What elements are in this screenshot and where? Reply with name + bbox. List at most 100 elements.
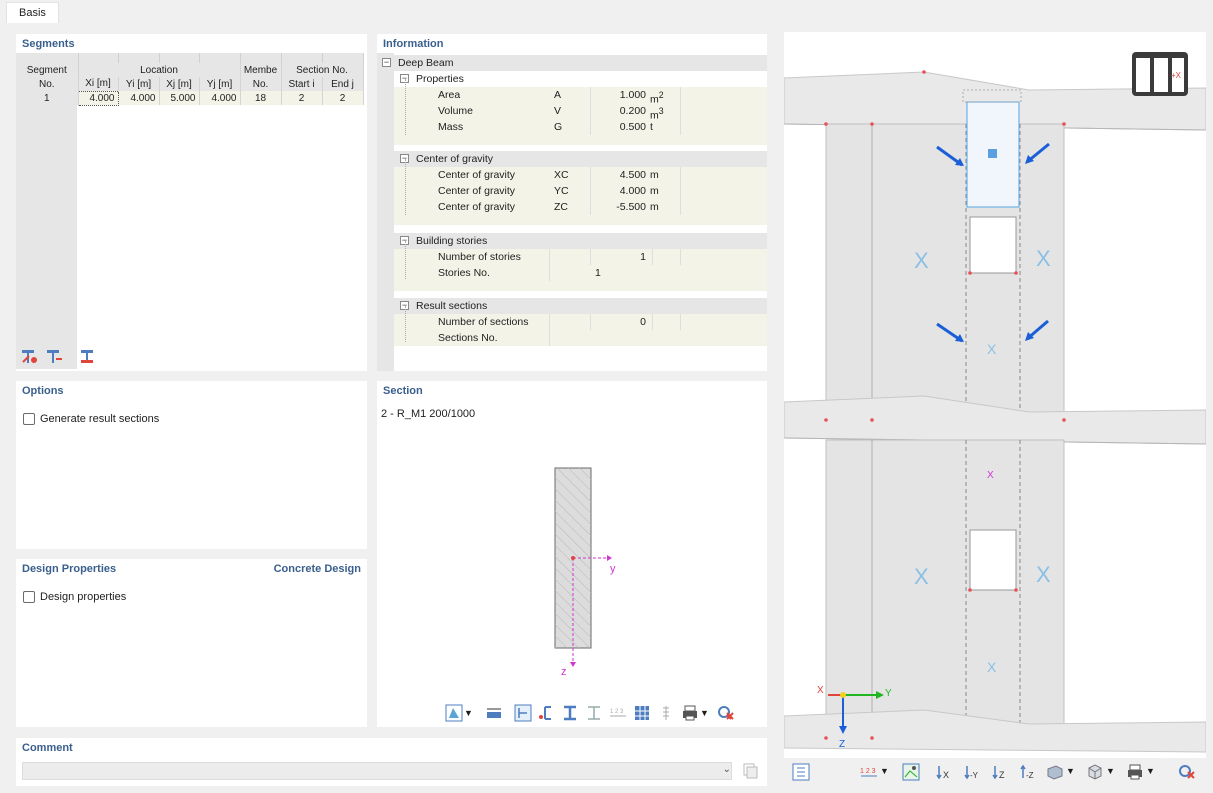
display-mode-icon[interactable] [445, 704, 463, 722]
checkbox-box[interactable] [23, 591, 35, 603]
numbering-icon[interactable]: 1 2 3 [609, 704, 627, 722]
design-properties-checkbox[interactable]: Design properties [23, 591, 126, 603]
collapse-icon[interactable]: − [382, 58, 391, 67]
tree-group-building-stories[interactable]: − Building stories [394, 233, 767, 249]
generate-result-sections-checkbox[interactable]: Generate result sections [23, 413, 159, 425]
view-minus-z-icon[interactable]: -Z [1018, 763, 1036, 781]
item-symbol: G [554, 121, 563, 133]
checkbox-box[interactable] [23, 413, 35, 425]
stress-points-icon[interactable] [657, 704, 675, 722]
cell-yj[interactable]: 4.000 [199, 91, 241, 105]
tab-basis-label: Basis [19, 7, 46, 19]
col-header-yj: Yj [m] [199, 77, 241, 91]
item-unit: m [650, 201, 659, 213]
item-unit: m [650, 185, 659, 197]
numbering-icon[interactable]: 1 2 3 [860, 763, 878, 781]
item-label: Center of gravity [438, 169, 516, 181]
navigation-cube-icon[interactable]: +X [1132, 52, 1188, 96]
delete-row-icon[interactable] [45, 347, 63, 365]
group-label: Center of gravity [416, 153, 494, 165]
view-z-icon[interactable]: Z [990, 763, 1008, 781]
col-header-member: Membe [240, 63, 282, 77]
information-panel: Information − Deep Beam − Properties Are… [377, 34, 767, 371]
tree-group-result-sections[interactable]: − Result sections [394, 298, 767, 314]
item-label: Center of gravity [438, 185, 516, 197]
isometric-view-icon[interactable] [1086, 763, 1104, 781]
tab-bar: Basis [0, 0, 1213, 23]
tree-item: Stories No. 1 [394, 265, 767, 281]
item-value: -5.500 [616, 201, 646, 213]
tree-item: Number of stories 1 [394, 249, 767, 265]
reset-view-icon[interactable] [717, 704, 735, 722]
chevron-down-icon[interactable]: ▼ [1066, 766, 1075, 776]
display-surfaces-icon[interactable] [1046, 763, 1064, 781]
col-header-xj: Xj [m] [159, 77, 200, 91]
reset-view-icon[interactable] [1178, 763, 1196, 781]
section-name: 2 - R_M1 200/1000 [381, 408, 476, 420]
i-beam-outline-icon[interactable] [585, 704, 603, 722]
shear-center-icon[interactable] [537, 704, 555, 722]
item-value: 1 [640, 251, 646, 263]
view-toolbar: 1 2 3 ▼ X -Y Z -Z ▼ ▼ ▼ [784, 758, 1206, 786]
dimensions-icon[interactable] [485, 704, 503, 722]
item-symbol: A [554, 89, 562, 101]
comment-title: Comment [22, 742, 73, 754]
chevron-down-icon[interactable]: ▼ [880, 766, 889, 776]
item-symbol: YC [554, 185, 569, 197]
section-panel: Section 2 - R_M1 200/1000 y z ▼ 1 2 3 ▼ [377, 381, 767, 727]
cell-yi[interactable]: 4.000 [118, 91, 160, 105]
chevron-down-icon[interactable]: ▼ [1106, 766, 1115, 776]
chevron-down-icon[interactable]: ▼ [464, 708, 473, 718]
copy-comment-icon[interactable] [741, 762, 759, 780]
group-label: Properties [416, 73, 464, 85]
print-icon[interactable] [1126, 763, 1144, 781]
show-results-icon[interactable] [902, 763, 920, 781]
item-symbol: ZC [554, 201, 568, 213]
chevron-down-icon[interactable]: ▼ [1146, 766, 1155, 776]
col-header-member-no: No. [240, 77, 282, 91]
insert-row-icon[interactable] [20, 347, 38, 365]
model-canvas[interactable]: X X X X X X X +X [784, 32, 1206, 758]
spacer-row [394, 135, 767, 145]
grid-icon[interactable] [633, 704, 651, 722]
col-header-section-no: Section No. [281, 63, 364, 77]
model-3d-view[interactable]: X X X X X X X +X X Y Z 1 2 3 ▼ X -Y Z -Z… [784, 32, 1206, 786]
tab-basis[interactable]: Basis [6, 2, 59, 23]
item-label: Volume [438, 105, 474, 117]
svg-text:X: X [1036, 246, 1051, 271]
design-properties-title: Design Properties [22, 563, 117, 575]
group-label: Result sections [416, 300, 488, 312]
select-member-icon[interactable] [78, 347, 96, 365]
table-row[interactable]: 1 4.000 4.000 5.000 4.000 18 2 2 [16, 90, 364, 106]
item-value: 0 [640, 316, 646, 328]
cell-xj[interactable]: 5.000 [159, 91, 200, 105]
options-title: Options [22, 385, 64, 397]
item-value: 4.500 [619, 169, 646, 181]
cell-start-i[interactable]: 2 [281, 91, 323, 105]
view-x-icon[interactable]: X [934, 763, 952, 781]
view-minus-y-icon[interactable]: -Y [962, 763, 980, 781]
cell-end-j[interactable]: 2 [322, 91, 364, 105]
item-value: 1.000 [619, 89, 646, 101]
item-unit: m [650, 169, 659, 181]
tree-group-properties[interactable]: − Properties [394, 71, 767, 87]
i-beam-icon[interactable] [561, 704, 579, 722]
item-label: Center of gravity [438, 201, 516, 213]
centroid-icon[interactable] [514, 704, 532, 722]
cell-member[interactable]: 18 [240, 91, 282, 105]
svg-text:X: X [1036, 562, 1051, 587]
comment-input[interactable] [22, 762, 732, 780]
chevron-down-icon[interactable]: ▼ [700, 708, 709, 718]
tree-root-label: Deep Beam [398, 57, 454, 69]
print-icon[interactable] [681, 704, 699, 722]
cell-xi[interactable]: 4.000 [77, 90, 119, 106]
view-options-icon[interactable] [792, 763, 810, 781]
comment-panel: Comment ⌄ [16, 738, 767, 786]
item-label: Number of stories [438, 251, 521, 263]
concrete-design-title: Concrete Design [273, 563, 361, 575]
tree-group-center-of-gravity[interactable]: − Center of gravity [394, 151, 767, 167]
tree-root-row[interactable]: − Deep Beam [382, 55, 767, 71]
tree-item: Volume V 0.200 m3 [394, 103, 767, 122]
svg-text:X: X [943, 770, 949, 780]
chevron-down-icon[interactable]: ⌄ [723, 764, 731, 775]
